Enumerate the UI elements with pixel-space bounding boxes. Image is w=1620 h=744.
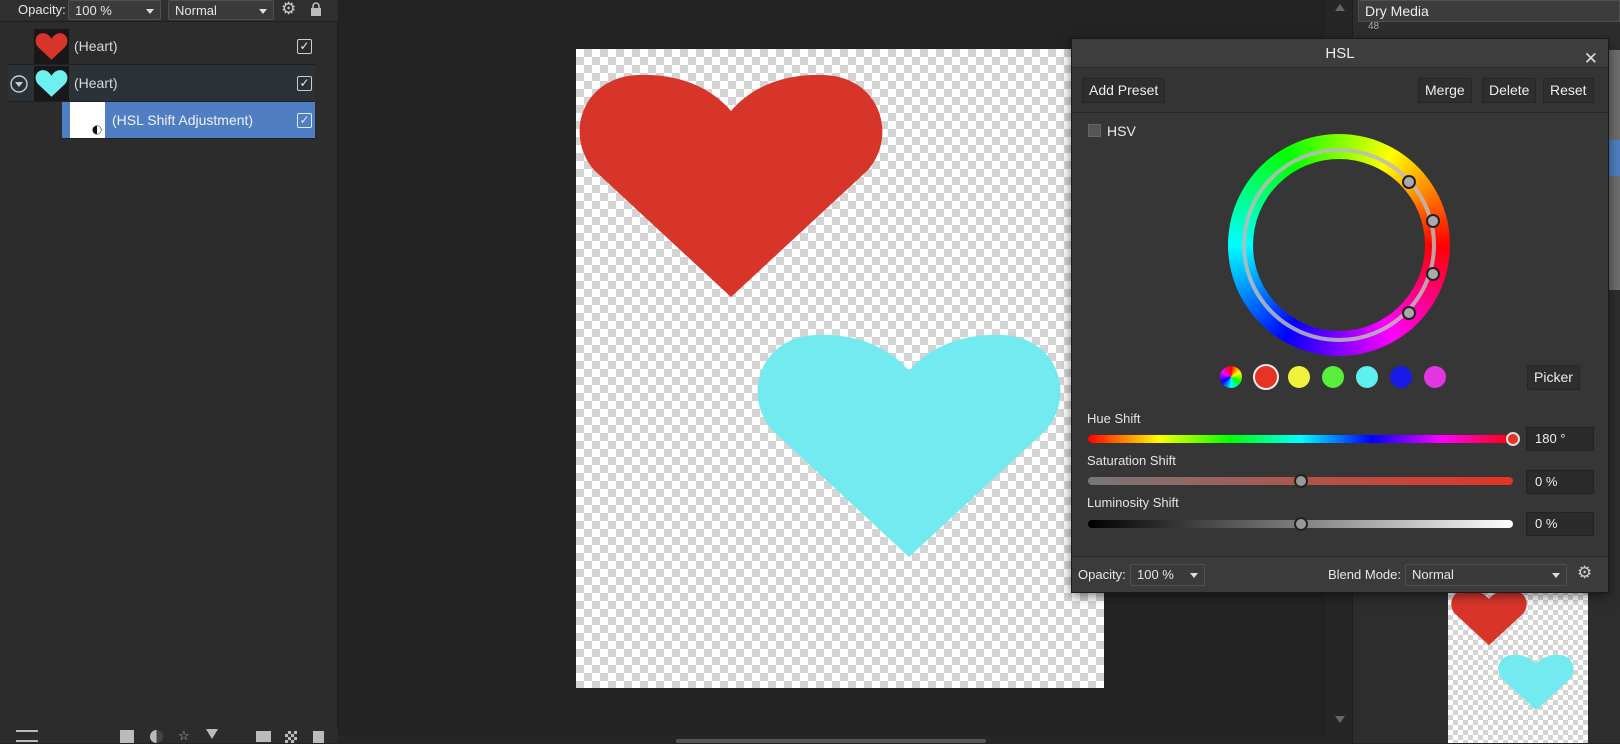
luminosity-shift-value-field[interactable]: 0 % [1526,512,1594,536]
range-handle[interactable] [1402,175,1416,189]
opacity-value: 100 % [75,3,112,18]
layer-name: (Heart) [74,75,118,91]
luminosity-shift-handle[interactable] [1293,517,1308,531]
opacity-value: 100 % [1137,567,1174,582]
brush-category-value: Dry Media [1365,3,1429,19]
layer-thumbnail [34,29,69,64]
preset-toolbar: Add Preset Merge Delete Reset [1072,69,1608,113]
heart-cyan-shape[interactable] [754,335,1064,560]
nav-heart-red [1451,590,1527,646]
heart-cyan-path [757,335,1061,557]
brush-size-label: 48 [1368,22,1380,30]
luminosity-shift-label: Luminosity Shift [1087,495,1179,510]
range-handle[interactable] [1426,267,1440,281]
luminosity-shift-slider[interactable] [1088,517,1513,531]
layer-thumbnail [34,66,69,101]
hue-shift-slider[interactable] [1088,432,1520,446]
layer-name: (Heart) [74,38,118,54]
nav-heart-cyan [1498,655,1574,711]
range-handle[interactable] [1426,214,1440,228]
layer-heart-red[interactable]: (Heart) ✓ [8,28,315,65]
hue-shift-value-field[interactable]: 180 ° [1526,427,1594,451]
heart-red-shape[interactable] [576,75,886,300]
layer-visibility-checkbox[interactable]: ✓ [297,76,312,91]
layer-visibility-checkbox[interactable]: ✓ [297,113,312,128]
saturation-shift-handle[interactable] [1293,474,1308,488]
chevron-down-icon [259,9,267,14]
filter-icon[interactable] [206,729,218,739]
fx-icon[interactable]: ☆ [178,728,190,744]
blend-mode-dropdown[interactable]: Normal [168,0,274,20]
folder-icon[interactable] [256,731,271,742]
layer-name: (HSL Shift Adjustment) [112,112,254,128]
master-swatch[interactable] [1220,366,1242,388]
heart-red-path [579,75,883,297]
chevron-down-icon [146,9,154,14]
adjustment-add-icon[interactable] [150,730,163,743]
chevron-down-icon [1552,573,1560,578]
adjustment-icon [92,125,102,135]
pixel-layer-icon[interactable] [285,731,297,743]
hsv-label: HSV [1107,123,1136,139]
lock-icon[interactable] [310,2,322,17]
saturation-shift-label: Saturation Shift [1087,453,1176,468]
navigator-preview[interactable] [1448,590,1588,743]
hsl-dialog: HSL ✕ Add Preset Merge Delete Reset HSV … [1071,38,1609,593]
brush-selected-row [1608,140,1620,176]
opacity-label: Opacity: [1078,567,1126,582]
gear-icon[interactable]: ⚙ [1577,563,1592,583]
layers-panel: Opacity: 100 % Normal ⚙ (Heart) ✓ (Heart… [0,0,338,743]
scroll-down-icon[interactable] [1335,716,1345,723]
chevron-down-icon [1190,573,1198,578]
opacity-label: Opacity: [18,2,66,17]
blend-mode-value: Normal [1412,567,1454,582]
range-handle[interactable] [1402,306,1416,320]
hue-shift-label: Hue Shift [1087,411,1141,426]
mask-icon[interactable] [120,730,134,743]
reset-button[interactable]: Reset [1543,78,1594,103]
adjustment-thumbnail [70,102,105,138]
yellow-swatch[interactable] [1288,366,1310,388]
adjustment-opacity-dropdown[interactable]: 100 % [1130,564,1205,586]
blend-mode-value: Normal [175,3,217,18]
blend-mode-label: Blend Mode: [1328,567,1401,582]
document-canvas[interactable] [576,49,1104,688]
horizontal-scrollbar-thumb[interactable] [676,739,986,743]
layer-heart-cyan[interactable]: (Heart) ✓ [8,65,315,102]
hue-wheel[interactable] [1228,134,1450,356]
layer-toolbar: Opacity: 100 % Normal ⚙ [0,0,338,22]
delete-button[interactable]: Delete [1482,78,1537,103]
red-swatch[interactable] [1253,364,1279,390]
layer-actions-bar: ☆ [0,728,338,743]
saturation-shift-slider[interactable] [1088,474,1513,488]
hsv-checkbox[interactable] [1088,124,1101,137]
hue-shift-handle[interactable] [1506,432,1520,446]
saturation-shift-value-field[interactable]: 0 % [1526,470,1594,494]
dialog-title: HSL [1325,45,1355,62]
layer-visibility-checkbox[interactable]: ✓ [297,39,312,54]
adjustment-blend-dropdown[interactable]: Normal [1405,564,1567,586]
gear-icon[interactable]: ⚙ [281,0,296,19]
hsl-title-bar[interactable]: HSL ✕ [1072,39,1608,68]
brush-category-dropdown[interactable]: Dry Media [1358,0,1620,22]
add-preset-button[interactable]: Add Preset [1082,78,1166,103]
magenta-swatch[interactable] [1424,366,1446,388]
scroll-up-icon[interactable] [1335,4,1345,11]
hsl-footer: Opacity: 100 % Blend Mode: Normal ⚙ [1072,556,1608,592]
picker-button[interactable]: Picker [1527,365,1580,390]
layers-menu-icon[interactable] [16,730,38,742]
expand-arrow-icon[interactable] [10,75,28,93]
cyan-swatch[interactable] [1356,366,1378,388]
green-swatch[interactable] [1322,366,1344,388]
opacity-dropdown[interactable]: 100 % [68,0,161,20]
trash-icon[interactable] [313,731,324,743]
merge-button[interactable]: Merge [1418,78,1472,103]
layer-hsl-adjustment[interactable]: (HSL Shift Adjustment) ✓ [62,102,315,139]
blue-swatch[interactable] [1390,366,1412,388]
